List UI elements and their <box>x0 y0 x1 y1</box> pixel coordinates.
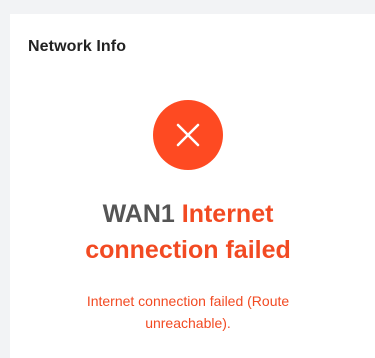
network-info-card: Network Info WAN1 Internet connection fa… <box>10 14 375 358</box>
close-icon <box>176 123 200 147</box>
headline-line-1: WAN1 Internet <box>10 196 366 232</box>
connection-error-detail: Internet connection failed (Route unreac… <box>10 290 366 334</box>
headline-status-word: Internet <box>181 200 274 228</box>
card-title: Network Info <box>28 38 127 55</box>
headline-line-2: connection failed <box>85 236 291 264</box>
error-status-badge <box>153 100 223 170</box>
detail-line-1: Internet connection failed (Route <box>86 293 290 309</box>
connection-status-headline: WAN1 Internet connection failed <box>10 196 366 268</box>
wan-label: WAN1 <box>102 200 175 228</box>
detail-line-2: unreachable). <box>145 315 231 331</box>
